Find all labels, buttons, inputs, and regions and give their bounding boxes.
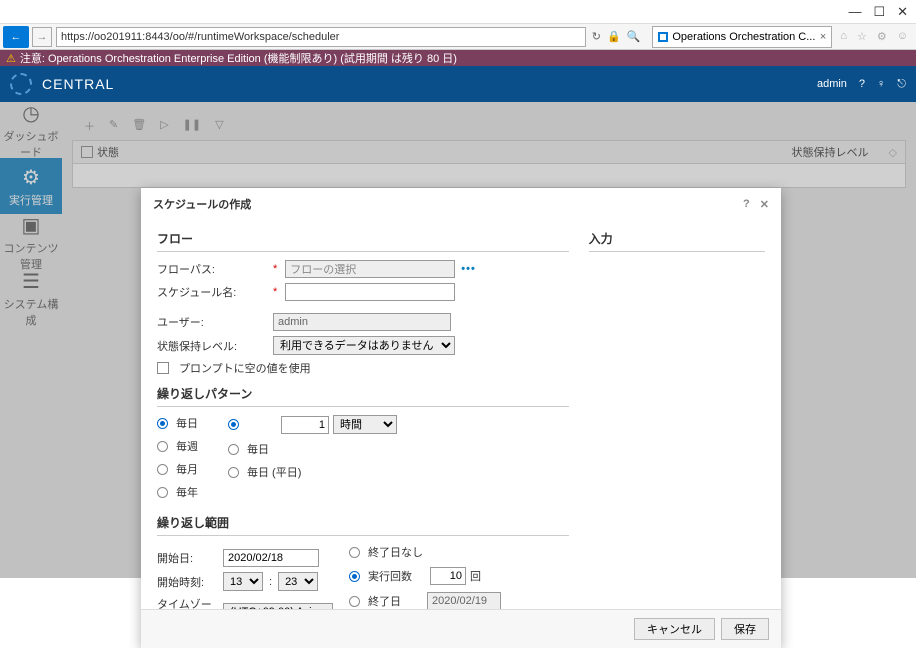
interval-unit-select[interactable]: 時間 — [333, 415, 397, 434]
schedule-name-input[interactable] — [285, 283, 455, 301]
window-max[interactable]: ☐ — [873, 4, 885, 20]
user-label: ユーザー: — [157, 314, 267, 330]
cancel-button[interactable]: キャンセル — [634, 618, 715, 640]
tz-label: タイムゾーン: — [157, 596, 217, 609]
radio-daily[interactable] — [157, 418, 168, 429]
tab-title: Operations Orchestration C... — [672, 31, 815, 43]
browser-tab[interactable]: Operations Orchestration C... × — [652, 26, 832, 48]
flow-path-input[interactable] — [285, 260, 455, 278]
user-label[interactable]: admin — [817, 78, 847, 90]
interval-value-input[interactable] — [281, 416, 329, 434]
flow-path-label: フローパス: — [157, 261, 267, 277]
user-input — [273, 313, 451, 331]
radio-interval[interactable] — [228, 419, 239, 430]
window-close[interactable]: ✕ — [897, 4, 908, 20]
start-time-label: 開始時刻: — [157, 574, 217, 590]
radio-yearly[interactable] — [157, 487, 168, 498]
dialog-close-icon[interactable]: ✕ — [760, 198, 769, 211]
refresh-icon[interactable]: ↻ — [592, 30, 601, 43]
home-icon[interactable]: ⌂ — [840, 30, 847, 43]
end-count-input[interactable] — [430, 567, 466, 585]
window-min[interactable]: — — [848, 4, 861, 19]
app-brand: CENTRAL — [42, 76, 114, 92]
start-date-input[interactable] — [223, 549, 319, 567]
radio-end-date[interactable] — [349, 596, 360, 607]
dialog-help-icon[interactable]: ? — [743, 198, 750, 211]
nav-forward[interactable]: → — [32, 27, 52, 47]
nav-back[interactable]: ← — [3, 26, 29, 48]
prompt-empty-label: プロンプトに空の値を使用 — [179, 360, 311, 376]
schedule-name-label: スケジュール名: — [157, 284, 267, 300]
tab-close[interactable]: × — [820, 31, 826, 43]
start-hour-select[interactable]: 13 — [223, 572, 263, 591]
settings-icon[interactable]: ⚙ — [877, 30, 887, 43]
start-min-select[interactable]: 23 — [278, 572, 318, 591]
persist-label: 状態保持レベル: — [157, 338, 267, 354]
tab-favicon — [658, 32, 668, 42]
warning-icon: ⚠ — [6, 52, 16, 65]
radio-end-count[interactable] — [349, 571, 360, 582]
section-pattern: 繰り返しパターン — [157, 381, 569, 407]
radio-end-none[interactable] — [349, 547, 360, 558]
dialog-title: スケジュールの作成 — [153, 196, 251, 212]
radio-monthly[interactable] — [157, 464, 168, 475]
radio-weekly[interactable] — [157, 441, 168, 452]
search-icon[interactable]: 🔍 — [627, 30, 641, 43]
license-notice: ⚠ 注意: Operations Orchestration Enterpris… — [0, 50, 916, 66]
persist-select[interactable]: 利用できるデータはありません — [273, 336, 455, 355]
address-bar[interactable]: https://oo201911:8443/oo/#/runtimeWorksp… — [56, 27, 586, 47]
section-range: 繰り返し範囲 — [157, 510, 569, 536]
start-date-label: 開始日: — [157, 550, 217, 566]
browse-flow-button[interactable]: ••• — [461, 263, 476, 275]
radio-weekday[interactable] — [228, 467, 239, 478]
section-input: 入力 — [589, 226, 765, 252]
app-logo — [10, 73, 32, 95]
end-date-input[interactable] — [427, 592, 501, 609]
create-schedule-dialog: スケジュールの作成 ? ✕ フロー フローパス: * ••• スケジュール名: — [141, 188, 781, 648]
favorite-icon[interactable]: ☆ — [857, 30, 867, 43]
feedback-icon[interactable]: ☺ — [897, 30, 908, 43]
lock-icon: 🔒 — [607, 30, 621, 43]
section-flow: フロー — [157, 226, 569, 252]
prompt-empty-checkbox[interactable] — [157, 362, 169, 374]
help-icon[interactable]: ? — [859, 78, 865, 90]
save-button[interactable]: 保存 — [721, 618, 769, 640]
radio-every-day[interactable] — [228, 444, 239, 455]
logout-icon[interactable]: ⎋ — [897, 78, 906, 91]
bulb-icon[interactable]: ♀ — [877, 78, 885, 90]
